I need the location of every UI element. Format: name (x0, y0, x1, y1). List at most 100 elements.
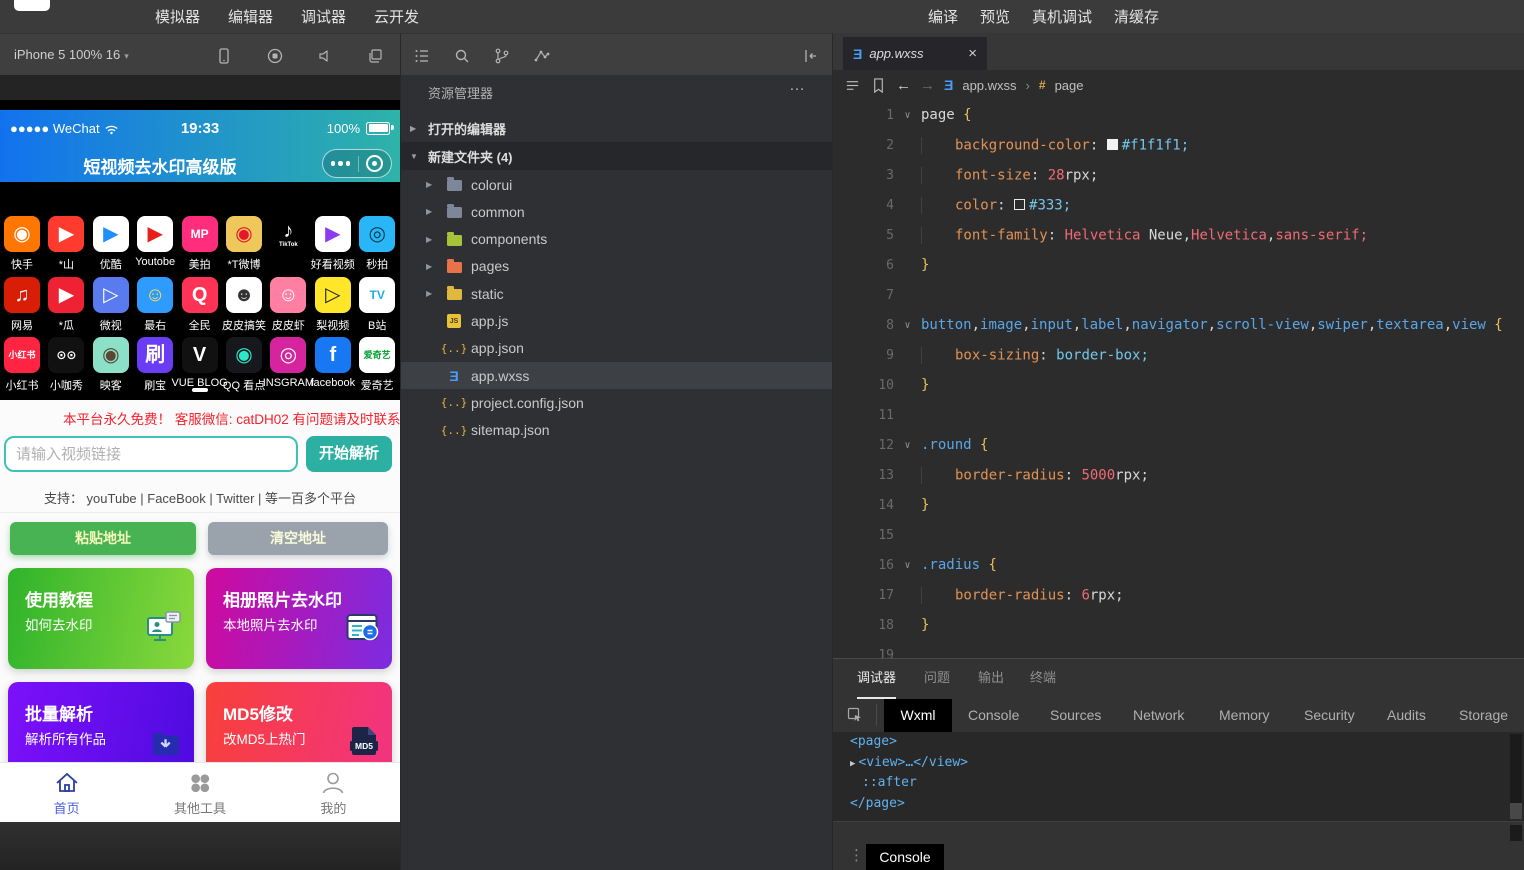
more-actions-icon[interactable]: … (789, 77, 806, 95)
file-colorui[interactable]: ▶ colorui (401, 171, 832, 198)
code-editor[interactable]: 1 ∨ page {2 background-color: #f1f1f1; 3 font… (832, 100, 1524, 658)
collapse-sidebar-icon[interactable] (802, 47, 820, 65)
tabbar-item-1[interactable]: 其他工具 (133, 763, 266, 822)
platform-item-5[interactable]: ◉ *T微博 (222, 216, 266, 272)
tabbar-item-2[interactable]: 我的 (267, 763, 400, 822)
more-dots-icon[interactable] (330, 161, 351, 166)
platform-item-7[interactable]: ▶ 好看视频 (311, 216, 355, 272)
breadcrumb-file[interactable]: app.wxss (962, 78, 1016, 93)
platform-item-16[interactable]: ▷ 梨视频 (311, 277, 355, 333)
close-icon[interactable]: × (968, 45, 977, 62)
menu-item-2[interactable]: 调试器 (301, 6, 346, 27)
phone-icon[interactable] (215, 47, 233, 65)
platform-item-18[interactable]: 小红书 小红书 (0, 337, 44, 393)
wxml-node-0[interactable]: <page> (832, 732, 1524, 753)
platform-item-20[interactable]: ◉ 映客 (89, 337, 133, 393)
video-link-input[interactable] (4, 436, 298, 472)
outline-list-icon[interactable] (844, 77, 861, 94)
record-icon[interactable] (266, 47, 284, 65)
menu-action-1[interactable]: 预览 (980, 6, 1010, 27)
drag-handle-icon[interactable]: ⋮ (849, 846, 864, 864)
expand-arrow-icon[interactable]: ▶ (850, 759, 855, 769)
file-sitemap-json[interactable]: {..} sitemap.json (401, 417, 832, 444)
bookmark-icon[interactable] (870, 77, 887, 94)
card-2[interactable]: 批量解析 解析所有作品 (8, 682, 194, 762)
file-project-config-json[interactable]: {..} project.config.json (401, 389, 832, 416)
platform-item-4[interactable]: MP 美拍 (178, 216, 222, 272)
inspect-element-icon[interactable] (846, 706, 864, 724)
platform-item-19[interactable]: ⊙⊙ 小咖秀 (44, 337, 88, 393)
panel-divider[interactable] (832, 33, 833, 870)
mute-icon[interactable] (316, 47, 334, 65)
fold-marker[interactable]: ∨ (894, 440, 921, 451)
explorer-section-0[interactable]: ▶ 打开的编辑器 (401, 115, 832, 142)
platform-item-12[interactable]: ☺ 最右 (133, 277, 177, 333)
platform-item-23[interactable]: ◉ QQ 看点 (222, 337, 266, 393)
platform-item-17[interactable]: TV B站 (355, 277, 399, 333)
platform-item-1[interactable]: ▶ *山 (44, 216, 88, 272)
card-1[interactable]: 相册照片去水印 本地照片去水印 (206, 568, 392, 669)
wxml-node-1[interactable]: ▶ <view>…</view> (832, 753, 1524, 774)
platform-item-26[interactable]: 爱奇艺 爱奇艺 (355, 337, 399, 393)
wxml-tree[interactable]: <page> ▶ <view>…</view>::after </page> (832, 732, 1524, 821)
git-branch-icon[interactable] (493, 47, 511, 65)
menu-action-3[interactable]: 清缓存 (1114, 6, 1159, 27)
devtools-tab-storage[interactable]: Storage (1459, 699, 1508, 732)
search-icon[interactable] (453, 47, 471, 65)
debugger-tab-0[interactable]: 调试器 (857, 659, 897, 699)
devtools-tab-audits[interactable]: Audits (1387, 699, 1426, 732)
platform-item-10[interactable]: ▶ *瓜 (44, 277, 88, 333)
platform-item-15[interactable]: ☺ 皮皮虾 (266, 277, 310, 333)
debugger-tab-1[interactable]: 问题 (924, 659, 950, 697)
file-app-js[interactable]: JS app.js (401, 308, 832, 335)
menu-item-3[interactable]: 云开发 (374, 6, 419, 27)
devtools-tab-security[interactable]: Security (1304, 699, 1355, 732)
menu-item-0[interactable]: 模拟器 (155, 6, 200, 27)
menu-item-1[interactable]: 编辑器 (228, 6, 273, 27)
card-0[interactable]: 使用教程 如何去水印 (8, 568, 194, 669)
node-graph-icon[interactable] (533, 47, 551, 65)
platform-item-6[interactable]: ♪ TikTok (266, 216, 310, 252)
platform-item-14[interactable]: ☻ 皮皮搞笑 (222, 277, 266, 333)
platform-item-8[interactable]: ◎ 秒拍 (355, 216, 399, 272)
fold-marker[interactable]: ∨ (894, 110, 921, 121)
devtools-tab-sources[interactable]: Sources (1050, 699, 1101, 732)
menu-action-0[interactable]: 编译 (928, 6, 958, 27)
file-pages[interactable]: ▶ pages (401, 253, 832, 280)
panel-divider[interactable] (400, 33, 401, 870)
device-selector[interactable]: iPhone 5 100% 16 ▾ (14, 34, 129, 76)
devtools-tab-network[interactable]: Network (1133, 699, 1184, 732)
fold-marker[interactable]: ∨ (894, 560, 921, 571)
debugger-tab-2[interactable]: 输出 (978, 659, 1004, 697)
file-components[interactable]: ▶ components (401, 226, 832, 253)
explorer-section-1[interactable]: ▼ 新建文件夹 (4) (401, 142, 832, 170)
platform-item-22[interactable]: V VUE BLOG (171, 337, 228, 389)
wxml-node-2[interactable]: ::after (832, 773, 1524, 794)
debugger-tab-3[interactable]: 终端 (1030, 659, 1056, 697)
clear-address-button[interactable]: 清空地址 (208, 522, 388, 555)
exit-circle-icon[interactable] (366, 155, 384, 172)
file-static[interactable]: ▶ static (401, 280, 832, 307)
platform-item-3[interactable]: ▶ Youtobe (133, 216, 177, 268)
forward-arrow-icon[interactable]: → (920, 77, 935, 94)
color-swatch[interactable] (1106, 139, 1118, 150)
file-app-wxss[interactable]: Ǝapp.wxss (401, 362, 832, 390)
outline-list-icon[interactable] (413, 47, 431, 65)
tabbar-item-0[interactable]: 首页 (0, 763, 133, 822)
file-app-json[interactable]: {..} app.json (401, 335, 832, 362)
multi-window-icon[interactable] (366, 47, 384, 65)
scrollbar[interactable] (1510, 734, 1522, 819)
console-tab[interactable]: Console (866, 844, 944, 870)
devtools-tab-wxml[interactable]: Wxml (884, 699, 952, 732)
tab-app-wxss[interactable]: Ǝ app.wxss × (843, 37, 987, 70)
devtools-tab-console[interactable]: Console (968, 699, 1019, 732)
platform-item-11[interactable]: ▷ 微视 (89, 277, 133, 333)
platform-item-25[interactable]: f facebook (310, 337, 355, 389)
breadcrumb-symbol[interactable]: page (1055, 78, 1084, 93)
platform-item-13[interactable]: Q 全民 (178, 277, 222, 333)
platform-item-2[interactable]: ▶ 优酷 (89, 216, 133, 272)
back-arrow-icon[interactable]: ← (896, 77, 911, 94)
parse-button[interactable]: 开始解析 (306, 436, 392, 472)
fold-marker[interactable]: ∨ (894, 320, 921, 331)
file-common[interactable]: ▶ common (401, 198, 832, 225)
